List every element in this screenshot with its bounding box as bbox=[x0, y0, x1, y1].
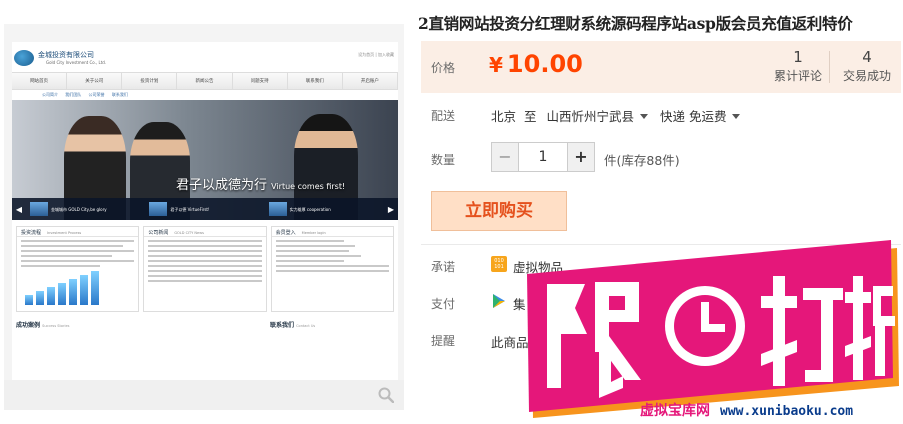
deals-count: 4 bbox=[862, 48, 872, 66]
quantity-stepper: − 1 + bbox=[491, 142, 595, 172]
shipping-info: 北京 至 山西忻州宁武县 快递 免运费 bbox=[491, 106, 748, 125]
product-title: 2直销网站投资分红理财系统源码程序站asp版会员充值返利特价 bbox=[418, 14, 853, 33]
preview-nav-item: 网站首页 bbox=[12, 73, 68, 89]
stock-info: 件(库存88件) bbox=[604, 153, 680, 168]
chevron-down-icon bbox=[640, 114, 649, 119]
banner-thumb: 君子以德 VirtueFirst! bbox=[145, 202, 264, 216]
preview-panel: 公司新闻 GOLD CITY News bbox=[143, 226, 267, 312]
preview-nav: 网站首页 关于公司 投资计划 新闻公告 问题支持 联系我们 开启账户 bbox=[12, 72, 398, 90]
preview-panel: 投资流程 Investment Process bbox=[16, 226, 140, 312]
banner-slogan: 君子以成德为行 Virtue comes first! bbox=[176, 178, 346, 193]
preview-company-name-en: Gold City Investment Co., Ltd. bbox=[46, 60, 107, 65]
decrease-button[interactable]: − bbox=[492, 143, 519, 171]
remind-label: 提醒 bbox=[431, 334, 456, 348]
preview-header: 金城投资有限公司 Gold City Investment Co., Ltd. … bbox=[12, 42, 398, 72]
preview-panels: 投资流程 Investment Process 公司新闻 GOLD CITY New… bbox=[12, 220, 398, 312]
price-box: 价格 ¥10.00 1 累计评论 4 交易成功 bbox=[421, 41, 901, 93]
shipping-method-select[interactable]: 快递 免运费 bbox=[660, 109, 748, 124]
shipping-label: 配送 bbox=[431, 109, 456, 123]
payment-text: 集 bbox=[513, 297, 526, 312]
reviews-stat[interactable]: 1 累计评论 bbox=[763, 47, 833, 84]
preview-banner: 君子以成德为行 Virtue comes first! ◀ 金城城市 GOLD … bbox=[12, 100, 398, 220]
preview-nav-item: 关于公司 bbox=[67, 73, 123, 89]
reviews-label: 累计评论 bbox=[773, 69, 822, 83]
promo-site-url[interactable]: www.xunibaoku.com bbox=[720, 404, 853, 419]
preview-nav-item: 投资计划 bbox=[122, 73, 178, 89]
chevron-left-icon: ◀ bbox=[15, 204, 23, 214]
banner-thumb: 实力雄厚 cooperation bbox=[265, 202, 384, 216]
preview-nav-item: 新闻公告 bbox=[177, 73, 233, 89]
shipping-to-word: 至 bbox=[524, 109, 537, 124]
search-icon[interactable] bbox=[378, 387, 394, 403]
preview-top-links: 设为首页 | 加入收藏 bbox=[358, 52, 394, 57]
banner-thumbnails: ◀ 金城城市 GOLD City,be glory 君子以德 VirtueFir… bbox=[12, 198, 398, 220]
preview-bottom: 成功案例 Success Stories 联系我们 Contact Us bbox=[16, 322, 316, 329]
quantity-input[interactable]: 1 bbox=[519, 143, 567, 171]
preview-nav-item: 问题支持 bbox=[233, 73, 288, 89]
website-screenshot: 金城投资有限公司 Gold City Investment Co., Ltd. … bbox=[12, 42, 398, 392]
preview-subnav: 公司简介 我们团队 公司荣誉 联系我们 bbox=[42, 92, 128, 97]
reviews-count: 1 bbox=[793, 48, 803, 66]
remind-text: 此商品 bbox=[491, 335, 529, 350]
buy-now-button[interactable]: 立即购买 bbox=[431, 191, 567, 231]
preview-company-name: 金城投资有限公司 bbox=[38, 51, 94, 59]
preview-bar-graphic bbox=[25, 271, 99, 305]
deals-stat: 4 交易成功 bbox=[832, 47, 902, 84]
preview-nav-item: 联系我们 bbox=[288, 73, 343, 89]
company-logo-icon bbox=[14, 50, 34, 66]
shipping-from: 北京 bbox=[491, 109, 517, 124]
payment-label: 支付 bbox=[431, 297, 456, 311]
chevron-down-icon bbox=[732, 114, 741, 119]
quantity-label: 数量 bbox=[431, 153, 456, 167]
virtual-goods-icon: 010 101 bbox=[491, 256, 507, 272]
increase-button[interactable]: + bbox=[567, 143, 594, 171]
product-preview-image[interactable]: 金城投资有限公司 Gold City Investment Co., Ltd. … bbox=[4, 24, 404, 410]
preview-panel: 会员登入 Member login bbox=[270, 226, 394, 312]
destination-select[interactable]: 山西忻州宁武县 bbox=[547, 109, 657, 124]
preview-nav-item: 开启账户 bbox=[343, 73, 398, 89]
limited-discount-badge bbox=[527, 240, 899, 418]
promo-site-caption: 虚拟宝库网 www.xunibaoku.com bbox=[640, 400, 853, 420]
chevron-right-icon: ▶ bbox=[387, 204, 395, 214]
payment-method-icon bbox=[493, 294, 505, 308]
promise-label: 承诺 bbox=[431, 260, 456, 274]
clock-icon bbox=[665, 286, 745, 366]
price-value: ¥10.00 bbox=[489, 50, 583, 78]
divider bbox=[829, 51, 830, 83]
preview-zoom-bar bbox=[4, 380, 404, 410]
promo-site-name: 虚拟宝库网 bbox=[640, 403, 710, 419]
banner-thumb: 金城城市 GOLD City,be glory bbox=[26, 202, 145, 216]
deals-label: 交易成功 bbox=[842, 69, 891, 83]
price-label: 价格 bbox=[431, 61, 456, 75]
